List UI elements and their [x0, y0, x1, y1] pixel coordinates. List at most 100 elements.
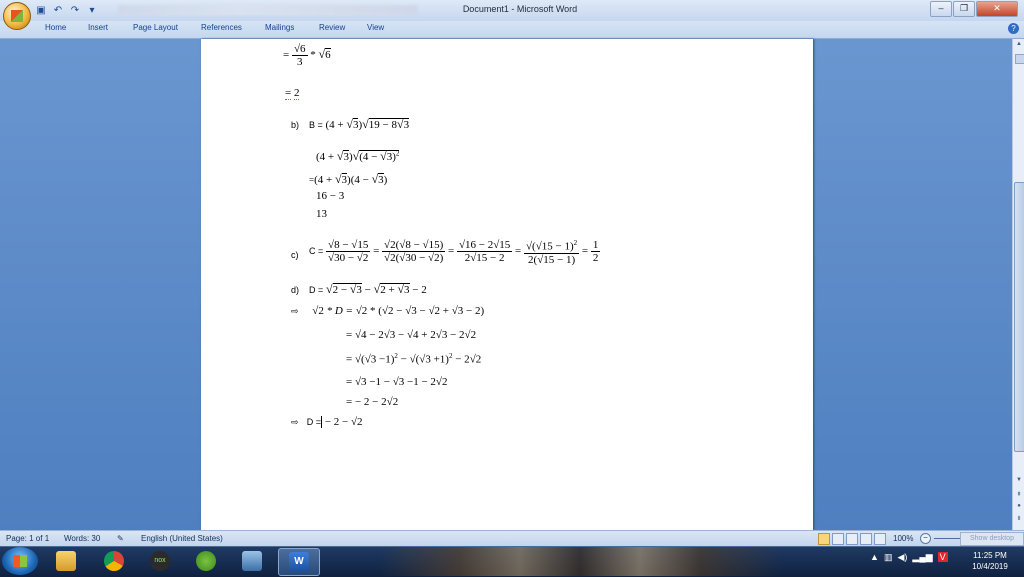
vertical-scrollbar[interactable]: ▲ ▼ ⇞ ● ⇟	[1012, 39, 1024, 530]
full-screen-reading-icon[interactable]	[832, 533, 844, 545]
radicand: 2	[357, 416, 363, 428]
radicand: 15	[357, 238, 369, 251]
media-icon	[242, 551, 262, 571]
fraction-1: √8 − √15 √30 − √2	[326, 238, 371, 264]
taskbar-app-green[interactable]	[186, 548, 226, 574]
variable-name: B =	[309, 120, 323, 130]
outline-icon[interactable]	[860, 533, 872, 545]
clock[interactable]: 11:25 PM 10/4/2019	[962, 550, 1018, 572]
next-page-icon[interactable]: ⇟	[1015, 515, 1023, 523]
tab-page-layout[interactable]: Page Layout	[133, 23, 178, 32]
signal-icon[interactable]: ▂▄▆	[912, 552, 932, 562]
equals-sign: =	[581, 244, 589, 257]
view-buttons	[818, 533, 886, 545]
tab-review[interactable]: Review	[319, 23, 345, 32]
taskbar-word[interactable]: W	[278, 548, 320, 576]
expr-part: 8 −	[405, 238, 423, 251]
expr-part: (4 +	[316, 151, 337, 163]
expr-part: − 2	[409, 284, 427, 296]
equals-sign: =	[285, 87, 292, 100]
expr-part: 30 −	[334, 251, 357, 264]
expr-part: −1)	[376, 353, 395, 366]
variable-name: D =	[309, 285, 324, 295]
equals-sign: =	[283, 49, 290, 62]
part-b-step-4: 13	[316, 208, 327, 220]
tab-insert[interactable]: Insert	[88, 23, 108, 32]
expr-part: − 2 −	[322, 416, 351, 428]
customize-toolbar-icon[interactable]: ▾	[85, 4, 99, 18]
undo-icon[interactable]: ↶	[51, 4, 65, 18]
part-d-expression: D = √2 − √3 − √2 + √3 − 2	[309, 282, 427, 296]
expr-part: −	[397, 353, 410, 366]
window-title: Document1 - Microsoft Word	[462, 4, 578, 14]
restore-button[interactable]: ❐	[953, 1, 975, 17]
variable-name: D =	[306, 417, 322, 427]
system-tray: ▲ ▥ ◀) ▂▄▆ V	[870, 552, 948, 563]
scroll-up-icon[interactable]: ▲	[1014, 41, 1024, 51]
taskbar-chrome[interactable]	[94, 548, 134, 574]
arrow-icon: ⇨	[291, 417, 299, 427]
scroll-thumb[interactable]	[1014, 182, 1024, 452]
exponent: 2	[395, 149, 400, 158]
radicand: 15	[428, 238, 440, 251]
word-count[interactable]: Words: 30	[64, 534, 100, 543]
zoom-level[interactable]: 100%	[893, 534, 913, 543]
taskbar-explorer[interactable]	[46, 548, 86, 574]
network-icon[interactable]: ▥	[884, 552, 893, 562]
fraction-3: √16 − 2√15 2√15 − 2	[456, 238, 513, 264]
radicand: 2	[470, 329, 477, 341]
taskbar-media[interactable]	[232, 548, 272, 574]
math-line-1: = √6 3 * √6	[283, 43, 331, 68]
web-layout-icon[interactable]	[846, 533, 858, 545]
close-button[interactable]: ✕	[976, 1, 1018, 17]
blurred-region	[118, 5, 418, 15]
taskbar-nox[interactable]: nox	[140, 548, 180, 574]
start-button[interactable]	[2, 547, 38, 575]
help-icon[interactable]: ?	[1008, 23, 1019, 34]
tab-view[interactable]: View	[367, 23, 384, 32]
draft-icon[interactable]	[874, 533, 886, 545]
scroll-down-icon[interactable]: ▼	[1015, 477, 1023, 485]
antivirus-icon[interactable]: V	[937, 552, 948, 562]
expr-part: * D =	[323, 305, 356, 317]
ribbon-tabs: Home Insert Page Layout References Maili…	[0, 21, 1024, 39]
show-hidden-icons-icon[interactable]: ▲	[870, 552, 879, 562]
previous-page-icon[interactable]: ⇞	[1015, 491, 1023, 499]
tab-references[interactable]: References	[201, 23, 242, 32]
print-layout-icon[interactable]	[818, 533, 830, 545]
quick-access-toolbar: ▣ ↶ ↷ ▾	[34, 3, 99, 18]
equals-sign: =	[346, 353, 353, 366]
redo-icon[interactable]: ↷	[68, 4, 82, 18]
tab-home[interactable]: Home	[45, 23, 66, 32]
volume-icon[interactable]: ◀)	[897, 552, 907, 562]
office-logo-icon	[11, 10, 23, 22]
expr-part: )	[383, 174, 388, 186]
green-app-icon	[196, 551, 216, 571]
equals-sign: =	[346, 376, 353, 388]
expr-part: )	[439, 251, 444, 264]
minimize-button[interactable]: –	[930, 1, 952, 17]
proofing-icon[interactable]: ✎	[117, 534, 124, 543]
tab-mailings[interactable]: Mailings	[265, 23, 294, 32]
chrome-icon	[104, 551, 124, 571]
expr-part: − 2)	[463, 305, 485, 317]
select-browse-object-icon[interactable]: ●	[1015, 503, 1023, 511]
save-icon[interactable]: ▣	[34, 4, 48, 18]
fraction-numerator: 6	[300, 43, 306, 55]
multiply-sign: *	[310, 49, 316, 62]
zoom-out-icon[interactable]: −	[920, 533, 931, 544]
expr-part: +1)	[430, 353, 449, 366]
expr-part: −	[416, 305, 429, 317]
radicand: 3	[403, 118, 410, 131]
page-count[interactable]: Page: 1 of 1	[6, 534, 49, 543]
variable-name: C =	[309, 245, 324, 256]
language-indicator[interactable]: English (United States)	[141, 534, 223, 543]
document-page[interactable]: = √6 3 * √6 = 2 b) B = (4 + √3)√19 − 8√3…	[201, 39, 813, 530]
office-button[interactable]	[3, 2, 31, 30]
part-d-label: d)	[291, 285, 300, 295]
radicand: 15	[476, 251, 488, 264]
radicand: 2	[441, 376, 448, 388]
ruler-toggle-icon[interactable]	[1015, 54, 1024, 64]
clock-time: 11:25 PM	[973, 551, 1007, 560]
radicand: 15	[541, 240, 553, 253]
